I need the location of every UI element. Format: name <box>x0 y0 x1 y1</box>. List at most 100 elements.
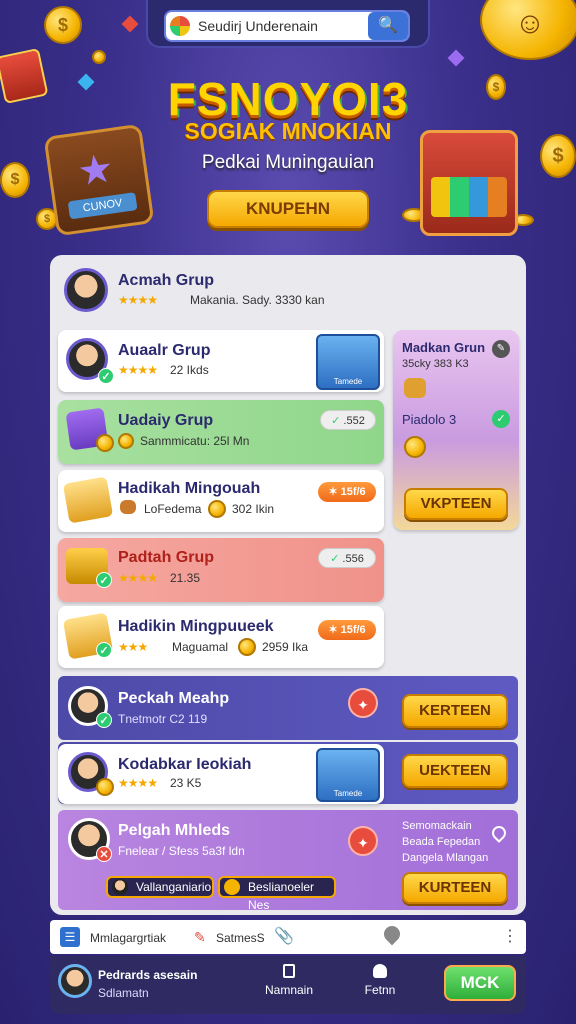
list-item-title: Uadaiy Grup <box>118 412 214 429</box>
list-item-title: Peckah Meahp <box>118 690 230 707</box>
nav-label: Fetnn <box>364 983 396 997</box>
tag-label: Vallanganiario <box>136 880 212 894</box>
burst-icon: ✶ <box>328 486 338 498</box>
menu-icon[interactable]: ☰ <box>60 927 80 947</box>
profile-avatar[interactable] <box>58 964 92 998</box>
share-icon[interactable]: ✦ <box>348 826 378 856</box>
hero-subtitle: SOGIAK MNOKIAN <box>184 118 392 144</box>
search-input-value: Seudirj Underenain <box>198 18 318 34</box>
coin-decoration-icon: $ <box>486 74 506 100</box>
top-card-title[interactable]: Acmah Grup <box>118 272 214 290</box>
coin-icon <box>208 500 226 518</box>
tile-label: Tamede <box>333 789 363 798</box>
list-item-title: Padtah Grup <box>118 549 215 566</box>
edit-icon[interactable]: ✎ <box>492 340 510 358</box>
list-item-meta: 2959 Ika <box>262 640 309 654</box>
gem-decoration-icon <box>121 15 139 33</box>
side-text-line: Dangela Mlangan <box>402 852 489 864</box>
chest-label: CUNOV <box>67 192 138 220</box>
rating-stars-icon: ★★★ <box>118 640 148 654</box>
list-item-title: Hadikin Mingpuueek <box>118 618 274 635</box>
status-badge-value: .556 <box>342 553 364 565</box>
primary-action-button[interactable]: MCK <box>444 965 516 1001</box>
coin-decoration-icon: $ <box>44 6 82 44</box>
toolbar-middle-label[interactable]: SatmesS <box>216 931 265 945</box>
rating-stars-icon: ★★★★ <box>118 293 158 307</box>
status-check-icon: ✓ <box>96 642 112 658</box>
status-badge: ✶ 15f/6 <box>318 482 376 502</box>
status-badge: ✶ 15f/6 <box>318 620 376 640</box>
game-box-icon <box>420 130 518 236</box>
tile-label: Tamede <box>333 377 363 386</box>
coin-decoration-icon <box>92 50 106 64</box>
burst-icon: ✶ <box>328 624 338 636</box>
list-item-title: Auaalr Grup <box>118 342 211 359</box>
hero-cta-button[interactable]: KNUPEHN <box>207 190 369 228</box>
side-promo-title: Madkan Grun <box>402 340 486 355</box>
paperclip-icon[interactable]: 📎 <box>274 926 294 946</box>
coin-tile-image[interactable]: Tamede <box>316 334 380 390</box>
rating-stars-icon: ★★★★ <box>118 363 158 377</box>
list-item-meta: 302 Ikin <box>232 502 275 516</box>
list-item-title: Hadikah Mingouah <box>118 480 261 497</box>
status-badge-value: .552 <box>343 415 365 427</box>
list-item-sub: LoFedema <box>144 502 202 516</box>
row-action-button[interactable]: KURTEEN <box>402 872 508 904</box>
person-icon <box>373 964 387 978</box>
app-logo-icon <box>168 14 192 38</box>
avatar-mini-icon <box>112 879 128 895</box>
list-item-meta: Tnetmotr C2 119 <box>118 712 208 726</box>
gem-decoration-icon <box>447 49 465 67</box>
status-x-icon: ✕ <box>96 846 112 862</box>
side-promo-item: Piadolo 3 <box>402 412 457 427</box>
nav-label: Namnain <box>264 983 314 997</box>
list-item-title: Kodabkar Ieokiah <box>118 756 252 773</box>
list-item-sub: Maguamal <box>172 640 229 654</box>
search-icon: 🔍 <box>378 17 398 34</box>
coin-icon <box>96 778 114 796</box>
coin-icon <box>404 436 426 458</box>
side-promo-button[interactable]: VKPTEEN <box>404 488 508 520</box>
coin-tile-image[interactable]: Tamede <box>316 748 380 802</box>
side-promo-meta: 35cky 383 K3 <box>402 358 469 370</box>
check-icon: ✓ <box>330 553 340 565</box>
cube-icon <box>404 378 426 398</box>
more-vertical-icon[interactable]: ⋮ <box>502 926 518 946</box>
tag-pill[interactable]: Vallanganiario <box>106 876 214 898</box>
status-badge-value: 15f/6 <box>340 624 366 636</box>
list-item-meta: Sanmmicatu: 25l Mn <box>140 434 250 448</box>
check-icon: ✓ <box>331 415 341 427</box>
smiley-coin-icon: ☺ <box>480 0 576 60</box>
row-action-button[interactable]: KERTEEN <box>402 694 508 728</box>
search-button[interactable]: 🔍 <box>368 12 408 40</box>
row-action-button[interactable]: UEKTEEN <box>402 754 508 788</box>
gem-decoration-icon <box>77 73 95 91</box>
coin-icon <box>118 433 134 449</box>
status-check-icon: ✓ <box>96 712 112 728</box>
rating-stars-icon: ★★★★ <box>118 776 158 790</box>
list-item-title: Pelgah Mhleds <box>118 822 231 839</box>
top-card-meta: Makania. Sady. 3330 kan <box>190 293 325 307</box>
list-item-meta: 22 Ikds <box>170 363 209 377</box>
coin-icon <box>96 434 114 452</box>
tag-pill[interactable]: Beslianoeler Nes <box>218 876 336 912</box>
nav-item-profile[interactable]: Fetnn <box>356 964 404 1004</box>
game-box-stripes <box>431 177 507 217</box>
rating-stars-icon: ★★★★ <box>118 571 158 585</box>
coin-decoration-icon: $ <box>540 134 576 178</box>
nav-item-home[interactable]: Namnain <box>262 964 316 1004</box>
ticket-small-icon <box>120 500 136 514</box>
side-text-line: Semomackain <box>402 820 472 832</box>
list-item-meta: Fnelear / Sfess 5a3f ldn <box>118 844 245 858</box>
check-icon: ✓ <box>492 410 510 428</box>
profile-name[interactable]: Pedrards asesain <box>98 968 197 982</box>
document-icon <box>283 964 295 978</box>
coin-icon <box>238 638 256 656</box>
share-icon[interactable]: ✦ <box>348 688 378 718</box>
status-check-icon: ✓ <box>96 572 112 588</box>
status-check-icon: ✓ <box>98 368 114 384</box>
toolbar-left-label[interactable]: Mmlagargrtiak <box>90 931 166 945</box>
star-icon: ★ <box>74 146 117 195</box>
hero-description: Pedkai Muningauian <box>201 152 375 173</box>
ticket-icon <box>62 476 114 524</box>
